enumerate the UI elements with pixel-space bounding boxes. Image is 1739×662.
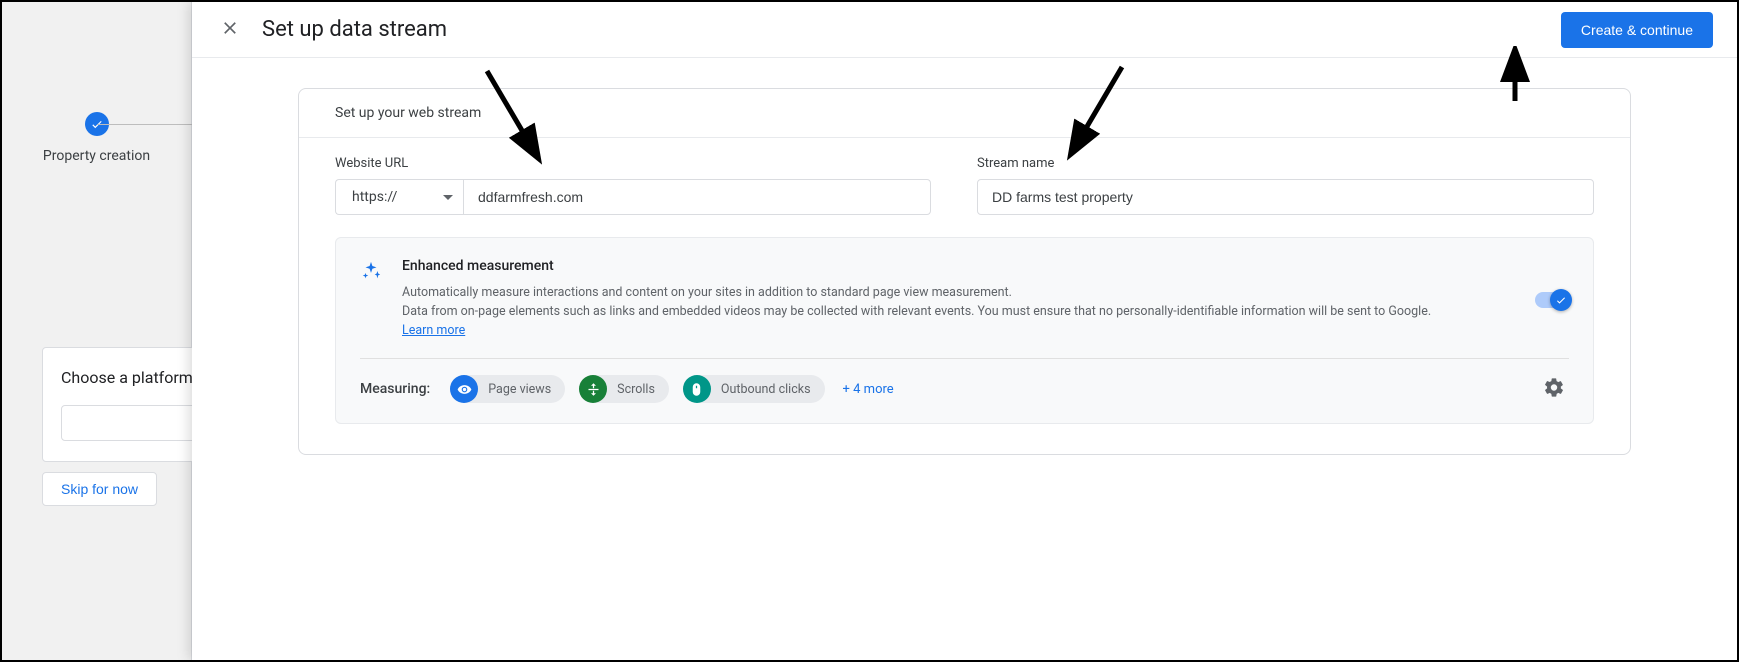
chip-label: Outbound clicks	[721, 382, 811, 397]
website-url-label: Website URL	[335, 156, 931, 171]
panel-header: Set up data stream Create & continue	[192, 2, 1737, 58]
stream-name-input[interactable]	[977, 179, 1594, 215]
enhanced-measurement-box: Enhanced measurement Automatically measu…	[335, 237, 1594, 424]
mouse-icon	[683, 375, 711, 403]
panel-title: Set up data stream	[262, 17, 447, 42]
stream-name-field: Stream name	[977, 156, 1594, 215]
card-section-title: Set up your web stream	[299, 89, 1630, 138]
skip-for-now-button[interactable]: Skip for now	[42, 472, 157, 506]
measuring-label: Measuring:	[360, 381, 430, 397]
protocol-value: https://	[352, 189, 397, 205]
stream-name-label: Stream name	[977, 156, 1594, 171]
learn-more-link[interactable]: Learn more	[402, 323, 465, 338]
background-panel: Property creation	[2, 2, 192, 660]
data-stream-panel: Set up data stream Create & continue Set…	[192, 2, 1737, 660]
enhanced-desc-2: Data from on-page elements such as links…	[402, 304, 1431, 319]
chip-page-views: Page views	[450, 375, 565, 403]
measuring-row: Measuring: Page views Scrolls	[360, 375, 1569, 403]
sparkle-icon	[360, 258, 384, 340]
create-continue-button[interactable]: Create & continue	[1561, 12, 1713, 48]
website-url-input[interactable]	[463, 179, 931, 215]
scroll-icon	[579, 375, 607, 403]
measurement-settings-button[interactable]	[1539, 373, 1569, 406]
chip-label: Scrolls	[617, 382, 655, 397]
eye-icon	[450, 375, 478, 403]
panel-body: Set up your web stream Website URL https…	[192, 58, 1737, 660]
website-url-field: Website URL https://	[335, 156, 931, 215]
more-events-link[interactable]: + 4 more	[843, 382, 894, 397]
close-button[interactable]	[216, 14, 244, 45]
enhanced-toggle[interactable]	[1535, 292, 1569, 308]
chip-outbound: Outbound clicks	[683, 375, 825, 403]
divider	[360, 358, 1569, 359]
stepper: Property creation	[2, 112, 191, 164]
chip-label: Page views	[488, 382, 551, 397]
protocol-select[interactable]: https://	[335, 179, 463, 215]
chip-scrolls: Scrolls	[579, 375, 669, 403]
form-row: Website URL https:// Stream name	[335, 156, 1594, 215]
toggle-on-icon	[1550, 289, 1572, 311]
close-icon	[220, 18, 240, 41]
chevron-down-icon	[443, 195, 453, 200]
gear-icon	[1543, 387, 1565, 402]
enhanced-desc-1: Automatically measure interactions and c…	[402, 285, 1012, 300]
enhanced-title: Enhanced measurement	[402, 258, 1509, 274]
web-stream-card: Set up your web stream Website URL https…	[298, 88, 1631, 455]
step-label: Property creation	[43, 148, 150, 164]
